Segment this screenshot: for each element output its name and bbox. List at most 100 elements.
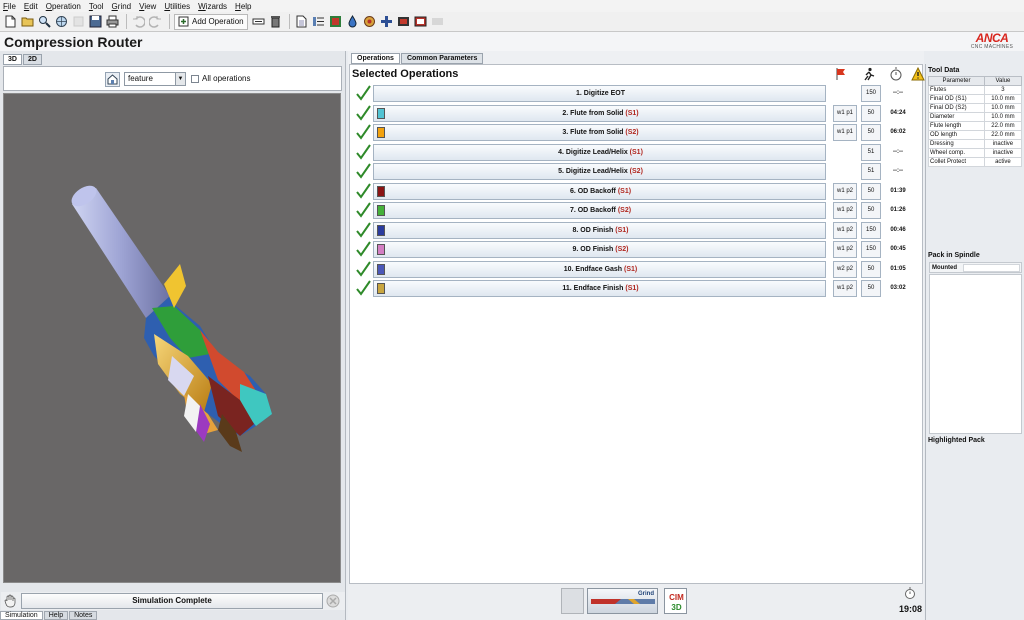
list-icon[interactable]	[311, 14, 326, 29]
menu-wizards[interactable]: Wizards	[198, 2, 227, 11]
plus-icon[interactable]	[379, 14, 394, 29]
check-icon[interactable]	[356, 260, 371, 277]
all-operations-toggle[interactable]: All operations	[191, 74, 250, 83]
operation-number-button[interactable]: 150	[861, 241, 881, 258]
operation-button[interactable]: 2. Flute from Solid (S1)	[373, 104, 826, 122]
pack-list[interactable]	[929, 274, 1022, 434]
tool-param-value[interactable]: active	[983, 157, 1023, 167]
cim3d-button[interactable]: CIM 3D	[664, 588, 687, 614]
operation-button[interactable]: 9. OD Finish (S2)	[373, 241, 826, 258]
feature-select[interactable]: feature ▼	[124, 72, 186, 86]
tool-param-value[interactable]: 22.0 mm	[983, 130, 1023, 140]
check-icon[interactable]	[356, 202, 371, 218]
operation-button[interactable]: 11. Endface Finish (S1)	[373, 280, 826, 297]
operation-wheel-button[interactable]: w1 p2	[833, 280, 857, 297]
operation-number-button[interactable]: 50	[861, 260, 881, 278]
hand-icon[interactable]	[3, 593, 18, 608]
operation-number-button[interactable]: 50	[861, 104, 881, 122]
menu-utilities[interactable]: Utilities	[164, 2, 190, 11]
tab-simulation[interactable]: Simulation	[0, 611, 43, 620]
operation-wheel-button[interactable]: w1 p2	[833, 241, 857, 258]
operation-button[interactable]: 7. OD Backoff (S2)	[373, 202, 826, 219]
operation-wheel-button[interactable]: w1 p1	[833, 104, 857, 122]
operation-number-button[interactable]: 50	[861, 280, 881, 297]
check-icon[interactable]	[356, 221, 371, 238]
check-icon[interactable]	[356, 104, 371, 121]
stopwatch-icon[interactable]	[889, 67, 903, 81]
operation-number-button[interactable]: 50	[861, 202, 881, 219]
operation-number-button[interactable]: 150	[861, 221, 881, 239]
operation-number-button[interactable]: 150	[861, 85, 881, 102]
operation-number-button[interactable]: 50	[861, 182, 881, 200]
operation-wheel-button[interactable]: w2 p2	[833, 260, 857, 278]
operation-button[interactable]: 10. Endface Gash (S1)	[373, 260, 826, 278]
tab-operations[interactable]: Operations	[351, 53, 400, 64]
wheel-icon[interactable]	[362, 14, 377, 29]
tool-param-value[interactable]: inactive	[983, 148, 1023, 158]
operation-number-button[interactable]: 51	[861, 163, 881, 180]
operation-number-button[interactable]: 51	[861, 143, 881, 161]
tab-help[interactable]: Help	[43, 611, 69, 620]
print-icon[interactable]	[105, 14, 120, 29]
check-icon[interactable]	[356, 163, 371, 179]
operation-button[interactable]: 8. OD Finish (S1)	[373, 221, 826, 239]
operation-wheel-button[interactable]: w1 p2	[833, 202, 857, 219]
menu-grind[interactable]: Grind	[112, 2, 132, 11]
grind-thumbnail[interactable]: Grind	[587, 588, 658, 614]
menu-file[interactable]: File	[3, 2, 16, 11]
operation-number-button[interactable]: 50	[861, 124, 881, 141]
check-icon[interactable]	[356, 241, 371, 257]
tool-param-value[interactable]: 10.0 mm	[983, 112, 1023, 122]
sequence-icon[interactable]	[251, 14, 266, 29]
tool-param-value[interactable]: 10.0 mm	[983, 94, 1023, 104]
globe-icon[interactable]	[54, 14, 69, 29]
open-icon[interactable]	[20, 14, 35, 29]
menu-operation[interactable]: Operation	[46, 2, 81, 11]
operation-button[interactable]: 3. Flute from Solid (S2)	[373, 124, 826, 141]
menu-help[interactable]: Help	[235, 2, 251, 11]
operation-button[interactable]: 1. Digitize EOT	[373, 85, 826, 102]
flag-icon[interactable]	[834, 67, 848, 81]
menu-edit[interactable]: Edit	[24, 2, 38, 11]
operation-wheel-button[interactable]: w1 p2	[833, 221, 857, 239]
tab-2d[interactable]: 2D	[22, 54, 42, 65]
tool-param-value[interactable]: 3	[983, 85, 1023, 95]
chevron-down-icon[interactable]: ▼	[175, 73, 185, 85]
tool-param-value[interactable]: 22.0 mm	[983, 121, 1023, 131]
document-icon[interactable]	[294, 14, 309, 29]
undo-icon[interactable]	[131, 14, 146, 29]
operation-button[interactable]: 5. Digitize Lead/Helix (S2)	[373, 163, 826, 180]
delete-icon[interactable]	[268, 14, 283, 29]
simulation-complete-button[interactable]: Simulation Complete	[21, 593, 323, 609]
stop-simulation-icon[interactable]	[326, 594, 340, 608]
search-icon[interactable]	[37, 14, 52, 29]
save-icon[interactable]	[88, 14, 103, 29]
home-view-icon[interactable]	[105, 72, 120, 87]
blank-thumbnail[interactable]	[561, 588, 584, 614]
layers-icon[interactable]	[328, 14, 343, 29]
menu-view[interactable]: View	[139, 2, 156, 11]
check-icon[interactable]	[356, 280, 371, 296]
operation-wheel-button[interactable]: w1 p1	[833, 124, 857, 141]
tab-notes[interactable]: Notes	[69, 611, 98, 620]
operation-button[interactable]: 6. OD Backoff (S1)	[373, 182, 826, 200]
tool-param-value[interactable]: 10.0 mm	[983, 103, 1023, 113]
tab-common-parameters[interactable]: Common Parameters	[400, 53, 484, 64]
grind-icon[interactable]	[430, 14, 445, 29]
menu-tool[interactable]: Tool	[89, 2, 104, 11]
check-icon[interactable]	[356, 124, 371, 140]
redo-icon[interactable]	[148, 14, 163, 29]
check-icon[interactable]	[356, 85, 371, 101]
runner-icon[interactable]	[862, 67, 876, 81]
droplet-icon[interactable]	[345, 14, 360, 29]
tab-3d[interactable]: 3D	[3, 54, 22, 65]
tool-param-value[interactable]: inactive	[983, 139, 1023, 149]
all-operations-checkbox[interactable]	[191, 74, 199, 83]
new-file-icon[interactable]	[3, 14, 18, 29]
check-icon[interactable]	[356, 182, 371, 199]
3d-viewport[interactable]	[3, 93, 341, 583]
operation-button[interactable]: 4. Digitize Lead/Helix (S1)	[373, 143, 826, 161]
operation-wheel-button[interactable]: w1 p2	[833, 182, 857, 200]
camera-icon[interactable]	[413, 14, 428, 29]
machine-icon[interactable]	[396, 14, 411, 29]
